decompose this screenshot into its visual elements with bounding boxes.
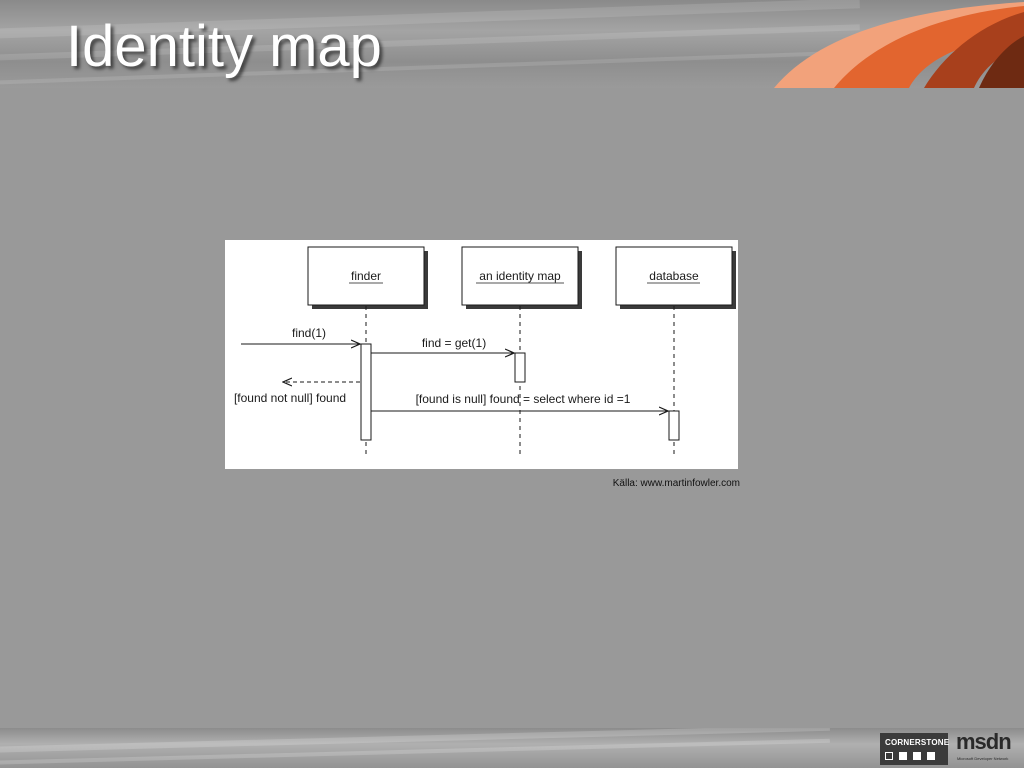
slide-header: Identity map	[0, 0, 1024, 88]
message-label: [found is null] found = select where id …	[416, 392, 631, 406]
message-label: find(1)	[292, 326, 326, 340]
slide-footer	[0, 728, 1024, 768]
participant-label: finder	[351, 269, 381, 283]
participant-database: database	[615, 246, 736, 309]
msdn-logo-text: msdn	[956, 729, 1012, 754]
message-select: [found is null] found = select where id …	[371, 392, 668, 411]
msdn-logo: msdn Microsoft Developer Network	[952, 729, 1022, 767]
source-caption: Källa: www.martinfowler.com	[612, 478, 740, 489]
msdn-logo-subtext: Microsoft Developer Network	[957, 756, 1009, 761]
logo-square-icon	[885, 752, 893, 760]
logo-square-icon	[913, 752, 921, 760]
cornerstone-logo-text: CORNERSTONE	[885, 738, 950, 747]
slide-title: Identity map	[66, 14, 382, 79]
message-label: find = get(1)	[422, 336, 486, 350]
participant-label: database	[649, 269, 699, 283]
activation-database	[668, 410, 680, 441]
decorative-swoosh	[774, 2, 1024, 88]
logo-square-icon	[927, 752, 935, 760]
sequence-diagram-canvas: finder an identity map database find(1) …	[234, 246, 736, 458]
participant-label: an identity map	[479, 269, 561, 283]
sequence-diagram: finder an identity map database find(1) …	[225, 240, 738, 469]
message-find-1: find(1)	[241, 326, 360, 344]
cornerstone-logo: CORNERSTONE	[880, 733, 950, 765]
message-get: find = get(1)	[371, 336, 514, 353]
message-label: [found not null] found	[234, 391, 346, 405]
activation-finder	[360, 343, 372, 441]
logo-square-icon	[899, 752, 907, 760]
message-return-found: [found not null] found	[234, 382, 360, 405]
activation-identity-map	[514, 352, 526, 383]
participant-identity-map: an identity map	[461, 246, 582, 309]
participant-finder: finder	[307, 246, 428, 309]
